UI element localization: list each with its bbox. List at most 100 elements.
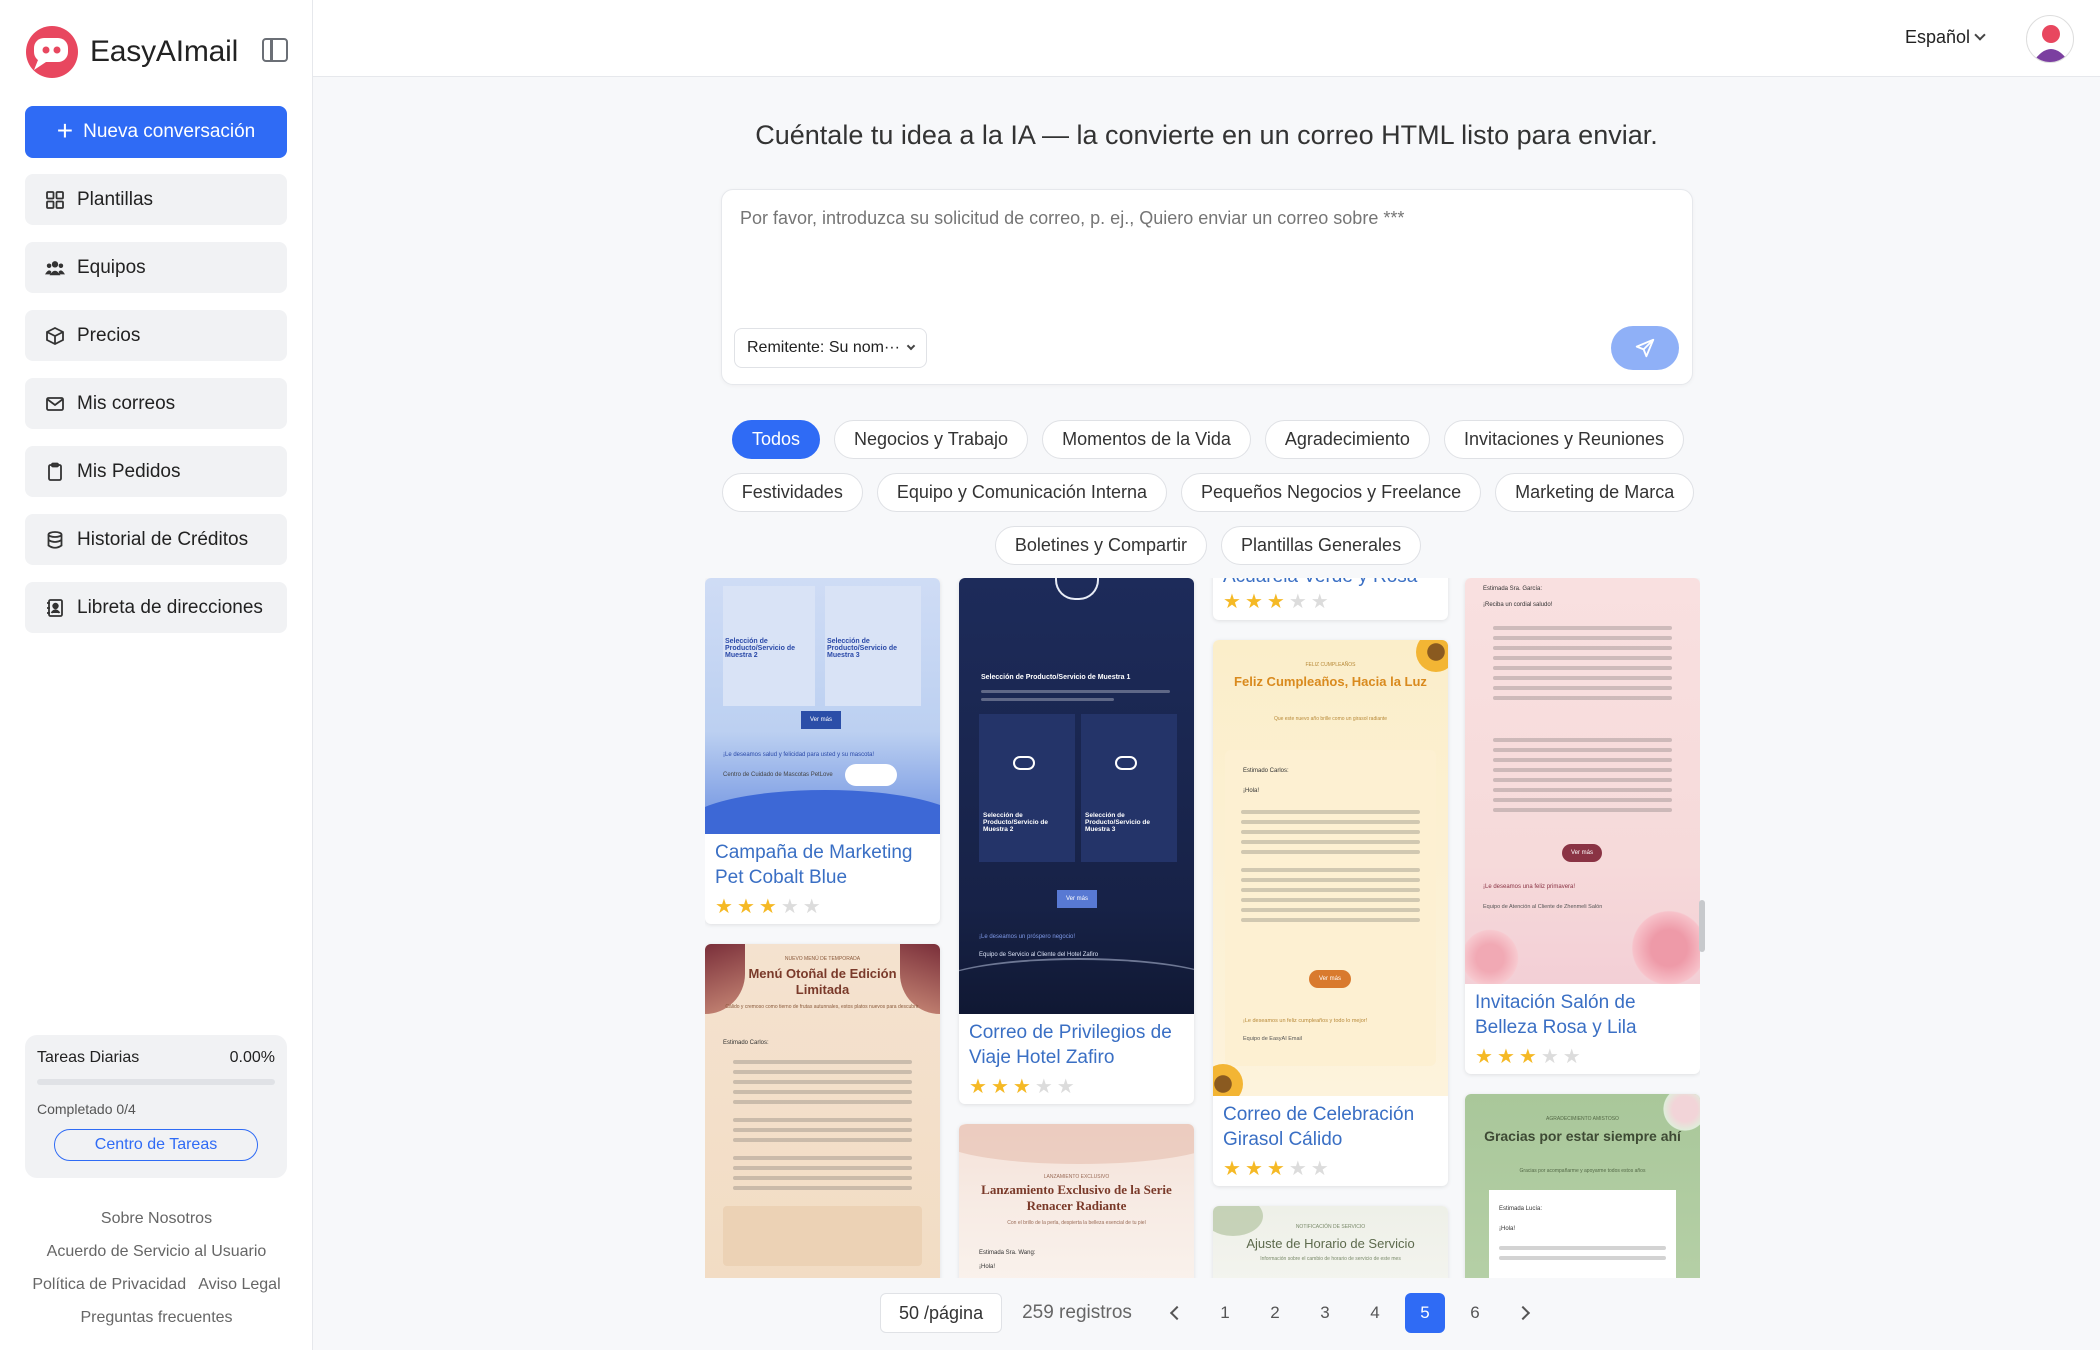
page-button[interactable]: 3 [1305, 1293, 1345, 1333]
gallery-scrollbar[interactable] [1699, 900, 1705, 952]
template-title: Acuarela Verde y Rosa [1213, 578, 1448, 589]
privacy-link[interactable]: Política de Privacidad [32, 1276, 186, 1293]
sender-selector[interactable]: Remitente: Su nom··· [734, 328, 927, 368]
box-icon [45, 326, 65, 346]
logo-icon [1055, 578, 1099, 600]
thumb-eyebrow: NUEVO MENÚ DE TEMPORADA [784, 956, 861, 962]
logo-icon [26, 26, 78, 78]
category-chip-todos[interactable]: Todos [731, 420, 820, 459]
daily-tasks-panel: Tareas Diarias 0.00% Completado 0/4 Cent… [25, 1035, 287, 1178]
thumb-sign: Equipo de Atención al Cliente de Zhenmel… [1483, 904, 1603, 910]
page-button[interactable]: 4 [1355, 1293, 1395, 1333]
page-button-current[interactable]: 5 [1404, 1293, 1445, 1333]
contact-book-icon [45, 598, 65, 618]
template-card-sunflower[interactable]: FELIZ CUMPLEAÑOS Feliz Cumpleaños, Hacia… [1213, 640, 1448, 1186]
category-chip-equipo[interactable]: Equipo y Comunicación Interna [876, 473, 1167, 512]
category-chip-agradecimiento[interactable]: Agradecimiento [1264, 420, 1430, 459]
category-filter: Todos Negocios y Trabajo Momentos de la … [720, 420, 1696, 579]
template-card-pet[interactable]: Selección de Producto/Servicio de Muestr… [705, 578, 940, 924]
thumb-sub: Información sobre el cambio de horario d… [1260, 1256, 1401, 1262]
next-page-button[interactable] [1505, 1293, 1545, 1333]
daily-tasks-percent: 0.00% [229, 1049, 275, 1066]
thumb-title: Feliz Cumpleaños, Hacia la Luz [1234, 674, 1427, 689]
bone-icon [845, 764, 897, 786]
thumb-title-2: Selección de Producto/Servicio de Muestr… [983, 812, 1049, 833]
daily-tasks-title: Tareas Diarias [37, 1049, 140, 1066]
mail-icon [45, 394, 65, 414]
thumb-hello: ¡Hola! [1499, 1226, 1516, 1232]
about-link[interactable]: Sobre Nosotros [0, 1202, 313, 1235]
page-headline: Cuéntale tu idea a la IA — la convierte … [755, 120, 1658, 150]
page-button[interactable]: 1 [1205, 1293, 1245, 1333]
template-thumbnail: FELIZ CUMPLEAÑOS Feliz Cumpleaños, Hacia… [1213, 640, 1448, 1096]
category-chip-boletines[interactable]: Boletines y Compartir [994, 526, 1207, 565]
thumb-sign: Equipo de EasyAI Email [1243, 1036, 1303, 1042]
sidebar-item-mis-pedidos[interactable]: Mis Pedidos [25, 446, 287, 497]
thumb-greeting: Estimada Lucía: [1499, 1206, 1543, 1212]
template-card-zafiro[interactable]: Selección de Producto/Servicio de Muestr… [959, 578, 1194, 1104]
send-icon [1635, 338, 1655, 358]
thumb-greeting: Estimado Carlos: [723, 1040, 769, 1046]
template-thumbnail: LANZAMIENTO EXCLUSIVO Lanzamiento Exclus… [959, 1124, 1194, 1278]
thumb-sub: Cálido y cremoso como tierno de frutas a… [725, 1004, 920, 1010]
sidebar-item-label: Libreta de direcciones [77, 596, 263, 618]
thumb-sub: Gracias por acompañarme y apoyarme todos… [1519, 1168, 1646, 1174]
chevron-left-icon [1169, 1305, 1184, 1321]
template-card-thanks[interactable]: AGRADECIMIENTO AMISTOSO Gracias por esta… [1465, 1094, 1700, 1278]
rating-stars: ★ ★ ★ ★ ★ [715, 896, 821, 918]
category-chip-invitaciones[interactable]: Invitaciones y Reuniones [1443, 420, 1685, 459]
sidebar-item-mis-correos[interactable]: Mis correos [25, 378, 287, 429]
brand-name: EasyAImail [90, 35, 239, 68]
thumb-title-b: Selección de Producto/Servicio de Muestr… [827, 638, 898, 659]
terms-link[interactable]: Acuerdo de Servicio al Usuario [0, 1235, 313, 1268]
thumb-hello: ¡Hola! [979, 1264, 996, 1270]
rating-stars: ★ ★ ★ ★ ★ [1223, 591, 1329, 613]
chevron-down-icon [906, 341, 916, 350]
category-chip-generales[interactable]: Plantillas Generales [1220, 526, 1422, 565]
per-page-selector[interactable]: 50 /página [880, 1293, 1003, 1333]
template-thumbnail: NOTIFICACIÓN DE SERVICIO Ajuste de Horar… [1213, 1206, 1448, 1278]
category-chip-marketing[interactable]: Marketing de Marca [1495, 473, 1695, 512]
daily-tasks-completed: Completado 0/4 [37, 1101, 136, 1117]
template-card-schedule[interactable]: NOTIFICACIÓN DE SERVICIO Ajuste de Horar… [1213, 1206, 1448, 1278]
sidebar-item-equipos[interactable]: Equipos [25, 242, 287, 293]
top-bar: Español [313, 0, 2100, 77]
brand[interactable]: EasyAImail [24, 24, 238, 80]
category-chip-festividades[interactable]: Festividades [721, 473, 863, 512]
sidebar-toggle-icon[interactable] [262, 38, 288, 62]
new-conversation-button[interactable]: + Nueva conversación [25, 106, 287, 158]
language-selector[interactable]: Español [1905, 27, 1986, 48]
page-button[interactable]: 6 [1455, 1293, 1495, 1333]
prev-page-button[interactable] [1155, 1293, 1195, 1333]
page-button[interactable]: 2 [1255, 1293, 1295, 1333]
sidebar-item-historial-creditos[interactable]: Historial de Créditos [25, 514, 287, 565]
sidebar-item-libreta-direcciones[interactable]: Libreta de direcciones [25, 582, 287, 633]
category-chip-pequenos-negocios[interactable]: Pequeños Negocios y Freelance [1180, 473, 1482, 512]
template-card-watercolor[interactable]: Acuarela Verde y Rosa ★★★★★ [1213, 578, 1448, 620]
sidebar-item-precios[interactable]: Precios [25, 310, 287, 361]
template-thumbnail: Estimada Sra. García: ¡Reciba un cordial… [1465, 578, 1700, 984]
task-center-button[interactable]: Centro de Tareas [54, 1129, 258, 1161]
email-composer: Remitente: Su nom··· [721, 189, 1693, 385]
template-card-pearl[interactable]: LANZAMIENTO EXCLUSIVO Lanzamiento Exclus… [959, 1124, 1194, 1278]
avatar[interactable] [2026, 15, 2074, 63]
legal-link[interactable]: Aviso Legal [198, 1276, 280, 1293]
total-records: 259 registros [1022, 1302, 1132, 1323]
faq-link[interactable]: Preguntas frecuentes [0, 1301, 313, 1334]
thumb-eyebrow: AGRADECIMIENTO AMISTOSO [1546, 1116, 1619, 1122]
category-chip-negocios[interactable]: Negocios y Trabajo [833, 420, 1029, 459]
template-title: Correo de Privilegios de Viaje Hotel Zaf… [969, 1022, 1172, 1068]
template-card-autumn-menu[interactable]: NUEVO MENÚ DE TEMPORADA Menú Otoñal de E… [705, 944, 940, 1278]
sidebar-item-plantillas[interactable]: Plantillas [25, 174, 287, 225]
template-title: Correo de Celebración Girasol Cálido [1223, 1104, 1415, 1150]
template-card-salon[interactable]: Estimada Sra. García: ¡Reciba un cordial… [1465, 578, 1700, 1074]
email-request-input[interactable] [740, 208, 1674, 229]
chevron-right-icon [1515, 1305, 1530, 1321]
thumb-button: Ver más [1057, 890, 1097, 908]
send-button[interactable] [1611, 326, 1679, 370]
daily-tasks-progress [37, 1079, 275, 1085]
template-title: Invitación Salón de Belleza Rosa y Lila [1475, 992, 1637, 1038]
thumb-title-1: Selección de Producto/Servicio de Muestr… [981, 674, 1131, 681]
category-chip-momentos[interactable]: Momentos de la Vida [1042, 420, 1251, 459]
template-thumbnail: AGRADECIMIENTO AMISTOSO Gracias por esta… [1465, 1094, 1700, 1278]
